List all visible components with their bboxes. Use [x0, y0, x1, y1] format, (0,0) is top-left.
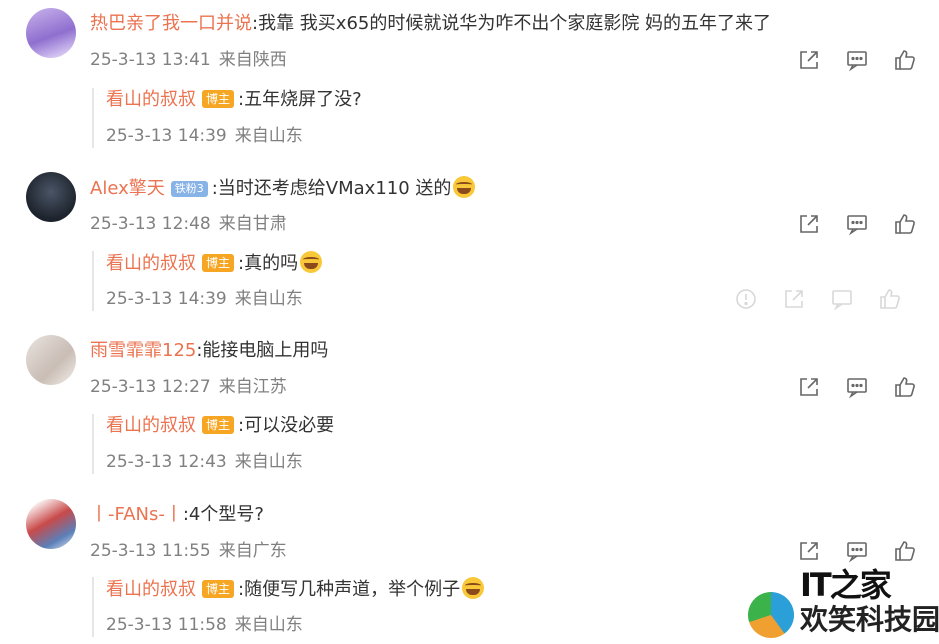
comment-actions — [795, 46, 919, 74]
blogger-badge: 博主 — [202, 580, 235, 598]
comment-meta: 25-3-13 12:27 来自江苏 — [90, 377, 287, 397]
comment-icon[interactable] — [843, 373, 871, 401]
report-icon[interactable] — [732, 285, 760, 313]
comment-actions — [795, 373, 919, 401]
blogger-badge: 博主 — [202, 254, 235, 272]
comment-icon[interactable] — [843, 46, 871, 74]
comment-username[interactable]: 热巴亲了我一口并说 — [90, 13, 252, 34]
reply-meta: 25-3-13 12:43 来自山东 — [106, 452, 303, 472]
comment-text: :能接电脑上用吗 — [196, 340, 329, 361]
reply-username[interactable]: 看山的叔叔 — [106, 579, 196, 600]
laugh-emoji-icon — [453, 176, 476, 198]
comment-icon[interactable] — [843, 210, 871, 238]
avatar[interactable] — [26, 335, 76, 385]
watermark-logo-icon — [748, 592, 794, 638]
avatar[interactable] — [26, 8, 76, 58]
reply-username[interactable]: 看山的叔叔 — [106, 415, 196, 436]
comment-text: :我靠 我买x65的时候就说华为咋不出个家庭影院 妈的五年了来了 — [252, 13, 772, 34]
comment-username[interactable]: 丨-FANs-丨 — [90, 504, 183, 525]
comment-text: :4个型号? — [182, 504, 264, 525]
avatar[interactable] — [26, 499, 76, 549]
comment-username[interactable]: 雨雪霏霏125 — [90, 340, 196, 361]
reply-text: :真的吗 — [238, 253, 299, 274]
watermark: IT之家 欢笑科技园 — [748, 560, 939, 644]
like-icon[interactable] — [876, 285, 904, 313]
reply-meta: 25-3-13 14:39 来自山东 — [106, 289, 303, 309]
reply-item: 看山的叔叔 博主:可以没必要 25-3-13 12:43 来自山东 — [92, 414, 914, 474]
like-icon[interactable] — [891, 210, 919, 238]
share-icon[interactable] — [780, 285, 808, 313]
comment-username[interactable]: Alex擎天 — [90, 178, 165, 199]
reply-meta: 25-3-13 11:58 来自山东 — [106, 615, 303, 635]
share-icon[interactable] — [795, 46, 823, 74]
like-icon[interactable] — [891, 373, 919, 401]
comment-text: :当时还考虑给VMax110 送的 — [211, 178, 452, 199]
comment-meta: 25-3-13 11:55 来自广东 — [90, 541, 287, 561]
reply-text: :五年烧屏了没? — [238, 89, 362, 110]
reply-item: 看山的叔叔 博主:五年烧屏了没? 25-3-13 14:39 来自山东 — [92, 88, 914, 148]
reply-text: :可以没必要 — [238, 415, 335, 436]
reply-item: 看山的叔叔 博主:真的吗 25-3-13 14:39 来自山东 — [92, 251, 914, 311]
avatar[interactable] — [26, 172, 76, 222]
fan-badge: 铁粉3 — [170, 181, 208, 197]
reply-meta: 25-3-13 14:39 来自山东 — [106, 126, 303, 146]
reply-actions — [732, 285, 904, 313]
reply-username[interactable]: 看山的叔叔 — [106, 89, 196, 110]
blogger-badge: 博主 — [202, 90, 235, 108]
share-icon[interactable] — [795, 373, 823, 401]
laugh-emoji-icon — [300, 251, 323, 273]
comment-actions — [795, 210, 919, 238]
share-icon[interactable] — [795, 210, 823, 238]
comment-icon[interactable] — [828, 285, 856, 313]
reply-username[interactable]: 看山的叔叔 — [106, 253, 196, 274]
comment-meta: 25-3-13 13:41 来自陕西 — [90, 50, 287, 70]
reply-text: :随便写几种声道，举个例子 — [238, 579, 461, 600]
blogger-badge: 博主 — [202, 416, 235, 434]
watermark-bottom-text: 欢笑科技园 — [800, 603, 939, 636]
comment-meta: 25-3-13 12:48 来自甘肃 — [90, 214, 287, 234]
laugh-emoji-icon — [462, 577, 485, 599]
like-icon[interactable] — [891, 46, 919, 74]
